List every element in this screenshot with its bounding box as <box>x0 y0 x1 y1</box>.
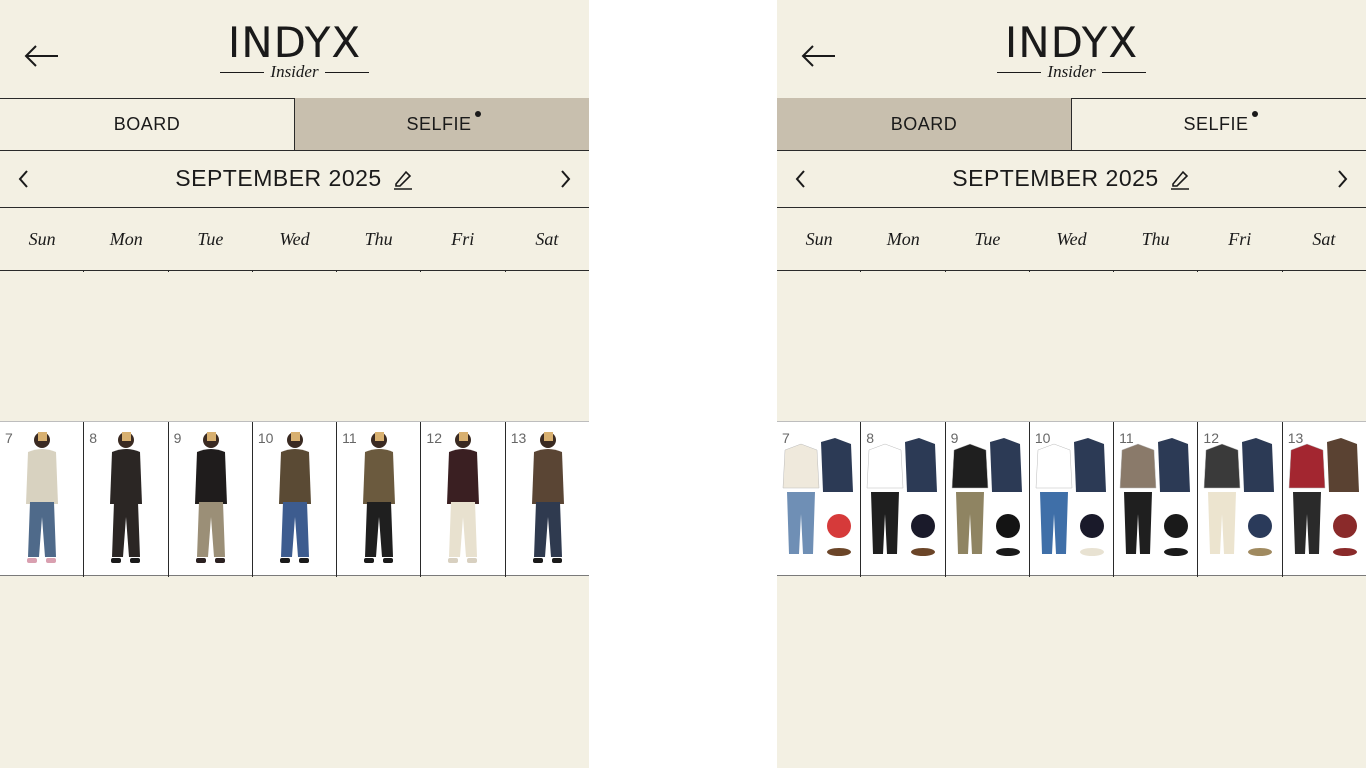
calendar-day-cell[interactable]: 8 <box>860 422 944 575</box>
calendar-day-cell[interactable]: 10 <box>251 422 336 575</box>
outfit-selfie-photo <box>363 432 396 563</box>
outfit-selfie-photo <box>447 432 480 563</box>
weekday-label: Tue <box>197 228 224 249</box>
view-tabs: BOARD SELFIE <box>0 98 589 151</box>
outfit-selfie-photo <box>531 432 564 563</box>
chevron-right-icon[interactable] <box>1330 167 1354 191</box>
weekday-label: Thu <box>364 228 393 249</box>
outfit-board-flatlay <box>1204 438 1275 556</box>
pencil-icon[interactable] <box>1169 168 1191 190</box>
calendar-day-cell[interactable]: 12 <box>1197 422 1281 575</box>
calendar-day-cell[interactable]: 7 <box>0 422 83 575</box>
outfit-board-flatlay <box>867 438 938 556</box>
weekday-header: Sun Mon Tue Wed Thu Fri Sat <box>777 208 1366 271</box>
calendar-week-row: 7 8 9 10 11 12 13 <box>777 421 1366 576</box>
calendar-week-row: 7 8 9 10 11 12 13 <box>0 421 589 576</box>
month-navigator: SEPTEMBER 2025 <box>777 151 1366 208</box>
outfit-selfie-photo <box>194 432 227 563</box>
tab-selfie[interactable]: SELFIE <box>1071 98 1366 150</box>
outfit-selfie-photo <box>110 432 143 563</box>
outfit-board-flatlay <box>1035 438 1106 556</box>
month-navigator: SEPTEMBER 2025 <box>0 151 589 208</box>
app-header: INDYX Insider <box>777 0 1366 99</box>
weekday-label: Mon <box>109 228 143 249</box>
outfit-board-flatlay <box>782 438 853 556</box>
month-title: SEPTEMBER 2025 <box>952 165 1159 191</box>
notification-dot-icon <box>474 111 481 117</box>
weekday-label: Tue <box>974 228 1001 249</box>
weekday-label: Wed <box>1056 228 1087 249</box>
app-header: INDYX Insider <box>0 0 589 99</box>
month-title: SEPTEMBER 2025 <box>175 165 382 191</box>
outfit-selfie-photo <box>278 432 311 563</box>
tab-board[interactable]: BOARD <box>777 98 1071 150</box>
logo-subtitle: Insider <box>1047 62 1096 81</box>
weekday-label: Wed <box>279 228 310 249</box>
calendar-panel-selfie: INDYX Insider BOARD SELFIE SEPTEMBER 202… <box>0 0 589 768</box>
outfit-board-flatlay <box>951 438 1022 556</box>
pencil-icon[interactable] <box>392 168 414 190</box>
tab-selfie[interactable]: SELFIE <box>294 98 589 150</box>
weekday-label: Sun <box>805 228 833 249</box>
calendar-panel-board: INDYX Insider BOARD SELFIE SEPTEMBER 202… <box>777 0 1366 768</box>
weekday-label: Sun <box>28 228 56 249</box>
weekday-header: Sun Mon Tue Wed Thu Fri Sat <box>0 208 589 271</box>
outfit-board-flatlay <box>1119 438 1191 556</box>
indyx-logo: INDYX Insider <box>0 20 589 82</box>
calendar-day-cell[interactable]: 9 <box>944 422 1029 575</box>
logo-subtitle: Insider <box>270 62 319 81</box>
notification-dot-icon <box>1251 111 1258 117</box>
indyx-logo: INDYX Insider <box>777 20 1366 82</box>
tab-board[interactable]: BOARD <box>0 98 294 150</box>
weekday-label: Mon <box>886 228 920 249</box>
calendar-day-cell[interactable]: 8 <box>83 422 167 575</box>
calendar-day-cell[interactable]: 13 <box>1281 422 1366 575</box>
calendar-day-cell[interactable]: 12 <box>420 422 504 575</box>
chevron-right-icon[interactable] <box>553 167 577 191</box>
logo-wordmark: INDYX <box>1004 18 1139 67</box>
calendar-day-cell[interactable]: 10 <box>1028 422 1113 575</box>
calendar-day-cell[interactable]: 13 <box>504 422 589 575</box>
logo-wordmark: INDYX <box>227 18 362 67</box>
calendar-day-cell[interactable]: 7 <box>777 422 860 575</box>
outfit-selfie-photo <box>26 432 58 563</box>
weekday-label: Fri <box>1228 228 1252 249</box>
weekday-label: Sat <box>535 228 559 249</box>
calendar-day-cell[interactable]: 9 <box>167 422 252 575</box>
weekday-label: Sat <box>1312 228 1336 249</box>
outfit-board-flatlay <box>1288 438 1359 556</box>
weekday-label: Thu <box>1141 228 1170 249</box>
calendar-day-cell[interactable]: 11 <box>336 422 420 575</box>
calendar-day-cell[interactable]: 11 <box>1113 422 1197 575</box>
weekday-label: Fri <box>451 228 475 249</box>
view-tabs: BOARD SELFIE <box>777 98 1366 151</box>
